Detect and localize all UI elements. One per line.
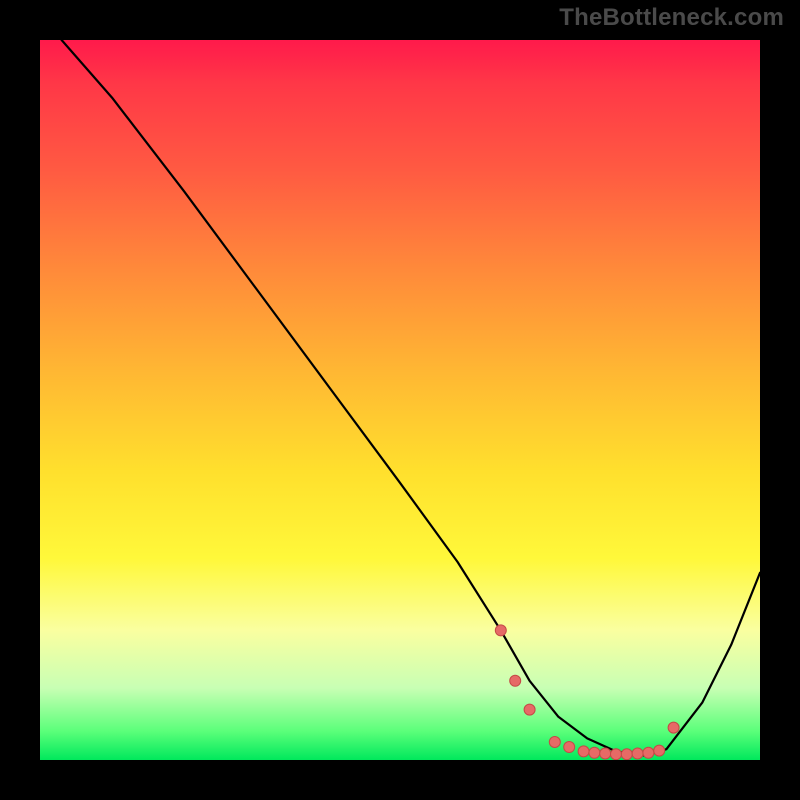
curve-dot [578,746,589,757]
curve-dot [654,745,665,756]
curve-dot [589,747,600,758]
chart-frame: TheBottleneck.com [0,0,800,800]
bottleneck-curve-line [62,40,760,756]
watermark-text: TheBottleneck.com [559,4,784,32]
curve-dot [549,737,560,748]
bottleneck-curve-svg [40,40,760,760]
curve-dot [643,747,654,758]
curve-dot [495,625,506,636]
curve-dot [632,748,643,759]
curve-dot [611,749,622,760]
plot-gradient-area [40,40,760,760]
curve-dot [621,749,632,760]
curve-dot [668,722,679,733]
curve-dot [524,704,535,715]
curve-dot [510,675,521,686]
curve-dot [600,748,611,759]
curve-dot [564,742,575,753]
